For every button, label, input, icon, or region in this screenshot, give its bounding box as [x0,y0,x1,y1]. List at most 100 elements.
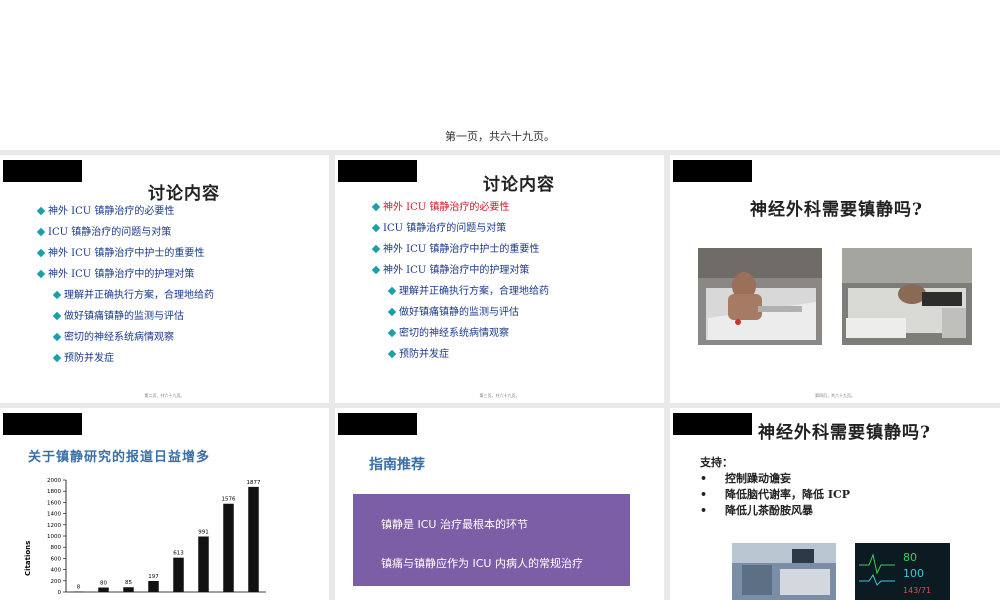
list-subitem: 理解并正确执行方案，合理地给药 [52,285,214,306]
redaction-block [673,160,752,182]
list-item: 神外 ICU 镇静治疗中护士的重要性 [36,243,214,264]
chart-bar [148,580,159,592]
bullet-list: 神外 ICU 镇静治疗的必要性 ICU 镇静治疗的问题与对策 神外 ICU 镇静… [36,201,214,369]
chart-bar [98,587,109,592]
y-tick-label: 1200 [47,523,61,529]
slide-thumbnail-4[interactable]: 神经外科需要镇静吗? 第四页，共六十九页。 [670,155,1000,403]
slide-thumbnail-2[interactable]: 讨论内容 神外 ICU 镇静治疗的必要性 ICU 镇静治疗的问题与对策 神外 I… [0,155,329,403]
slide-footer: 第三页，共六十九页。 [479,393,520,398]
list-subitem: 密切的神经系统病情观察 [387,323,549,344]
bar-value-label: 991 [198,530,209,536]
diamond-bullet-icon [371,265,381,275]
slide-footer: 第四页，共六十九页。 [815,393,855,398]
recommendation-box: 镇静是 ICU 治疗最根本的环节 镇痛与镇静应作为 ICU 内病人的常规治疗 [353,494,630,586]
y-tick-label: 200 [51,579,62,585]
citation-bar-chart: Citations 0 200 400 600 800 1000 1200 1400 1600 1… [24,472,274,600]
y-tick-label: 800 [51,545,62,551]
y-tick-label: 1600 [47,500,61,506]
y-tick-label: 1800 [47,489,61,495]
bar-value-label: 613 [173,551,184,557]
slide-thumbnail-7[interactable]: 神经外科需要镇静吗? 支持： • 控制躁动谵妄 • 降低脑代谢率，降低 ICP • 降… [670,408,1000,600]
diamond-bullet-icon [387,286,397,296]
slide-thumbnail-3[interactable]: 讨论内容 神外 ICU 镇静治疗的必要性 ICU 镇静治疗的问题与对策 神外 I… [335,155,664,403]
list-item: 神外 ICU 镇静治疗中的护理对策 [371,260,549,281]
slide-footer: 第二页，共六十九页。 [144,393,185,398]
support-point: • 降低脑代谢率，降低 ICP [700,488,851,501]
dot-bullet-icon: • [700,488,708,501]
list-item: ICU 镇静治疗的问题与对策 [371,218,549,239]
chart-bar [248,486,259,592]
monitor-bp: 143/71 [903,586,931,595]
slide-title: 神经外科需要镇静吗? [750,200,923,220]
support-point: • 降低儿茶酚胺风暴 [700,504,814,517]
list-subitem: 预防并发症 [52,348,214,369]
patient-photo-2 [842,248,972,345]
page-label: 第一页，共六十九页。 [445,130,555,143]
list-subitem: 预防并发症 [387,344,549,365]
chart-bar [123,587,134,592]
bar-value-label: 85 [125,580,132,586]
diamond-bullet-icon [36,269,46,279]
diamond-bullet-icon [36,248,46,258]
slide-grid: 讨论内容 神外 ICU 镇静治疗的必要性 ICU 镇静治疗的问题与对策 神外 I… [0,150,1000,600]
monitor-hr: 80 [903,551,917,564]
diamond-bullet-icon [387,328,397,338]
diamond-bullet-icon [36,206,46,216]
support-label: 支持： [700,456,733,469]
list-subitem: 理解并正确执行方案，合理地给药 [387,281,549,302]
icu-ward-photo [732,543,836,600]
y-axis-label: Citations [24,541,32,576]
bullet-list: 神外 ICU 镇静治疗的必要性 ICU 镇静治疗的问题与对策 神外 ICU 镇静… [371,197,549,365]
dot-bullet-icon: • [700,472,708,485]
recommendation-line-2: 镇痛与镇静应作为 ICU 内病人的常规治疗 [381,557,583,570]
patient-monitor-photo: 80 100 143/71 [855,543,950,600]
diamond-bullet-icon [36,227,46,237]
slide-title: 讨论内容 [483,175,555,195]
bar-value-label: 8 [77,585,81,591]
diamond-bullet-icon [387,349,397,359]
list-subitem: 做好镇痛镇静的监测与评估 [387,302,549,323]
slide-title: 神经外科需要镇静吗? [758,423,931,443]
diamond-bullet-icon [52,311,62,321]
monitor-spo2: 100 [903,567,924,580]
diamond-bullet-icon [387,307,397,317]
chart-bar [173,557,184,592]
list-item: ICU 镇静治疗的问题与对策 [36,222,214,243]
y-tick-label: 0 [58,590,62,596]
redaction-block [338,413,417,435]
diamond-bullet-icon [371,202,381,212]
y-tick-label: 600 [51,556,62,562]
list-subitem: 密切的神经系统病情观察 [52,327,214,348]
chart-bar [198,536,209,592]
y-tick-label: 2000 [47,478,61,484]
chart-bar [73,591,84,593]
dot-bullet-icon: • [700,504,708,517]
support-point: • 控制躁动谵妄 [700,472,792,485]
y-tick-label: 1400 [47,512,61,518]
y-tick-label: 1000 [47,534,61,540]
redaction-block [3,413,82,435]
diamond-bullet-icon [371,244,381,254]
list-subitem: 做好镇痛镇静的监测与评估 [52,306,214,327]
diamond-bullet-icon [52,353,62,363]
page-header: 第一页，共六十九页。 [0,0,1000,150]
list-item: 神外 ICU 镇静治疗中护士的重要性 [371,239,549,260]
slide-title: 指南推荐 [369,457,425,473]
recommendation-line-1: 镇静是 ICU 治疗最根本的环节 [381,518,528,531]
chart-bar [223,503,234,592]
y-tick-label: 400 [51,568,62,574]
diamond-bullet-icon [52,332,62,342]
bar-value-label: 1877 [247,480,261,486]
redaction-block [338,160,417,182]
list-item: 神外 ICU 镇静治疗的必要性 [36,201,214,222]
patient-photo-1 [698,248,822,345]
slide-thumbnail-5[interactable]: 关于镇静研究的报道日益增多 Citations 0 200 400 600 800 100… [0,408,329,600]
bar-value-label: 80 [100,581,107,587]
diamond-bullet-icon [52,290,62,300]
bar-value-label: 1576 [222,497,236,503]
bar-value-label: 197 [148,574,159,580]
list-item: 神外 ICU 镇静治疗中的护理对策 [36,264,214,285]
slide-thumbnail-6[interactable]: 指南推荐 镇静是 ICU 治疗最根本的环节 镇痛与镇静应作为 ICU 内病人的常… [335,408,664,600]
redaction-block [3,160,82,182]
list-item-active: 神外 ICU 镇静治疗的必要性 [371,197,549,218]
